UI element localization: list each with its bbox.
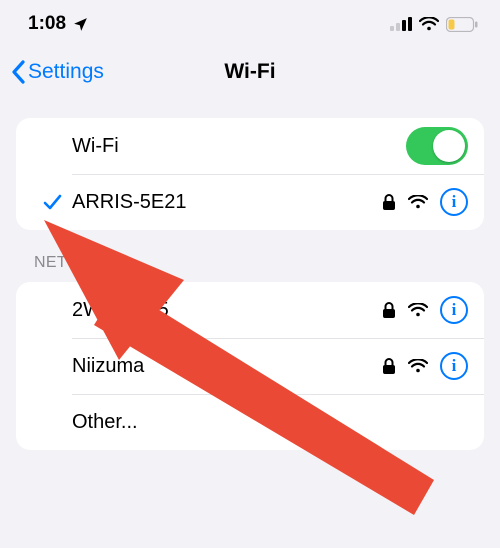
battery-low-icon bbox=[446, 17, 478, 32]
status-time: 1:08 bbox=[28, 13, 66, 35]
networks-section-header: NETWORKS bbox=[34, 254, 500, 272]
network-name: Niizuma bbox=[72, 355, 382, 378]
status-right bbox=[390, 17, 478, 32]
chevron-left-icon bbox=[10, 60, 26, 84]
nav-bar: Settings Wi-Fi bbox=[0, 44, 500, 100]
back-label: Settings bbox=[28, 60, 104, 84]
network-name: 2WIRE935 bbox=[72, 299, 382, 322]
wifi-strength-icon bbox=[408, 303, 428, 317]
lock-icon bbox=[382, 358, 396, 375]
networks-group: 2WIRE935 i Niizuma i Other... bbox=[16, 282, 484, 450]
checkmark-icon bbox=[42, 192, 62, 212]
cellular-signal-icon bbox=[390, 17, 412, 31]
lock-icon bbox=[382, 194, 396, 211]
network-row[interactable]: Niizuma i bbox=[16, 338, 484, 394]
page-title: Wi-Fi bbox=[224, 60, 275, 84]
connected-network-row[interactable]: ARRIS-5E21 i bbox=[16, 174, 484, 230]
info-icon[interactable]: i bbox=[440, 296, 468, 324]
info-icon[interactable]: i bbox=[440, 352, 468, 380]
connected-network-name: ARRIS-5E21 bbox=[72, 191, 382, 214]
wifi-strength-icon bbox=[408, 195, 428, 209]
lock-icon bbox=[382, 302, 396, 319]
status-left: 1:08 bbox=[28, 13, 89, 35]
location-arrow-icon bbox=[72, 16, 89, 33]
wifi-main-group: Wi-Fi ARRIS-5E21 i bbox=[16, 118, 484, 230]
info-icon[interactable]: i bbox=[440, 188, 468, 216]
status-bar: 1:08 bbox=[0, 0, 500, 44]
wifi-icon bbox=[419, 17, 439, 31]
other-network-row[interactable]: Other... bbox=[16, 394, 484, 450]
wifi-toggle[interactable] bbox=[406, 127, 468, 165]
wifi-strength-icon bbox=[408, 359, 428, 373]
back-button[interactable]: Settings bbox=[10, 60, 104, 84]
wifi-toggle-row: Wi-Fi bbox=[16, 118, 484, 174]
network-row[interactable]: 2WIRE935 i bbox=[16, 282, 484, 338]
other-label: Other... bbox=[72, 411, 468, 434]
wifi-label: Wi-Fi bbox=[72, 135, 406, 158]
